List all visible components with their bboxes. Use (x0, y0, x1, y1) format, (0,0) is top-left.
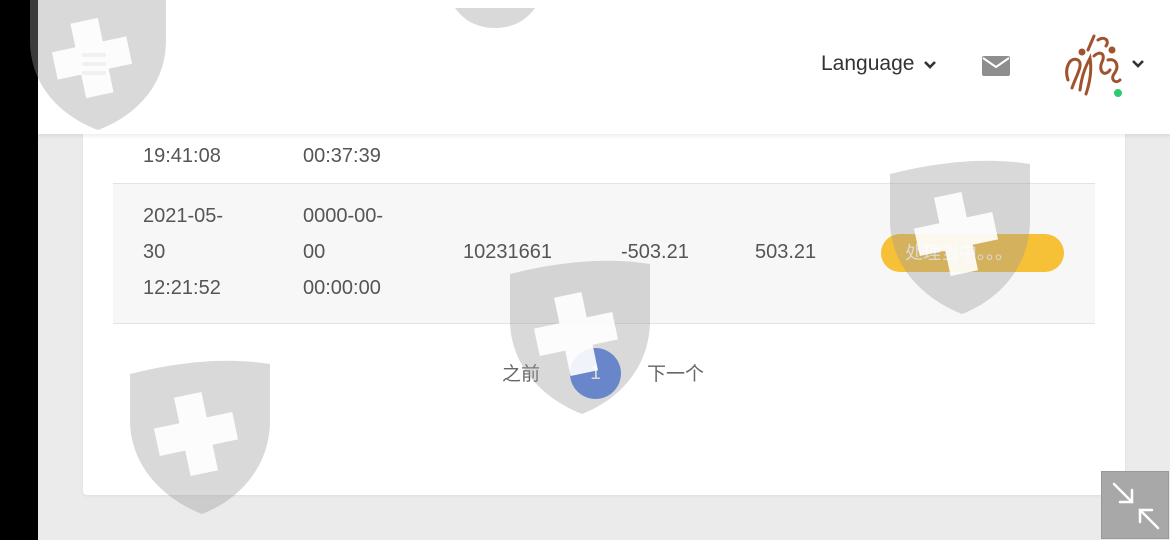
time-line: 0000-00- (303, 205, 384, 227)
menu-icon[interactable] (82, 53, 106, 75)
shrink-window-button[interactable] (1101, 471, 1169, 539)
chevron-down-icon (924, 52, 937, 76)
mail-icon[interactable] (982, 56, 1010, 81)
next-page-link[interactable]: 下一个 (647, 359, 704, 386)
transaction-card: 19:41:08 00:37:39 2021-05- 30 12:21:52 0… (83, 120, 1125, 495)
created-time-cell: 2021-05- 30 12:21:52 (143, 198, 263, 306)
pagination: 之前 1 下一个 (83, 346, 1125, 399)
shrink-arrows-icon (1112, 482, 1160, 530)
balance-cell: 503.21 (755, 241, 817, 263)
order-number-cell: 10231661 (463, 241, 552, 263)
time-cell: 00:37:39 (303, 145, 381, 167)
prev-page-link[interactable]: 之前 (502, 359, 540, 386)
time-line: 30 (143, 241, 166, 263)
time-line: 2021-05- (143, 205, 224, 227)
amount-cell: -503.21 (621, 241, 689, 263)
status-badge: 处理当中。。。 (881, 234, 1064, 272)
table-row: 2021-05- 30 12:21:52 0000-00- 00 00:00:0… (113, 184, 1095, 324)
time-cell: 19:41:08 (143, 145, 221, 167)
time-line: 00:00:00 (303, 277, 381, 299)
time-line: 12:21:52 (143, 277, 221, 299)
online-status-dot (1112, 87, 1124, 99)
time-line: 00 (303, 241, 326, 263)
processed-time-cell: 0000-00- 00 00:00:00 (303, 198, 423, 306)
page-1-button[interactable]: 1 (570, 348, 621, 399)
chevron-down-icon[interactable] (1132, 56, 1144, 74)
left-edge-strip (0, 0, 38, 540)
language-label: Language (821, 52, 915, 75)
top-header: Language (38, 0, 1170, 134)
language-dropdown[interactable]: Language (821, 52, 937, 76)
table-row: 19:41:08 00:37:39 (113, 130, 1095, 184)
